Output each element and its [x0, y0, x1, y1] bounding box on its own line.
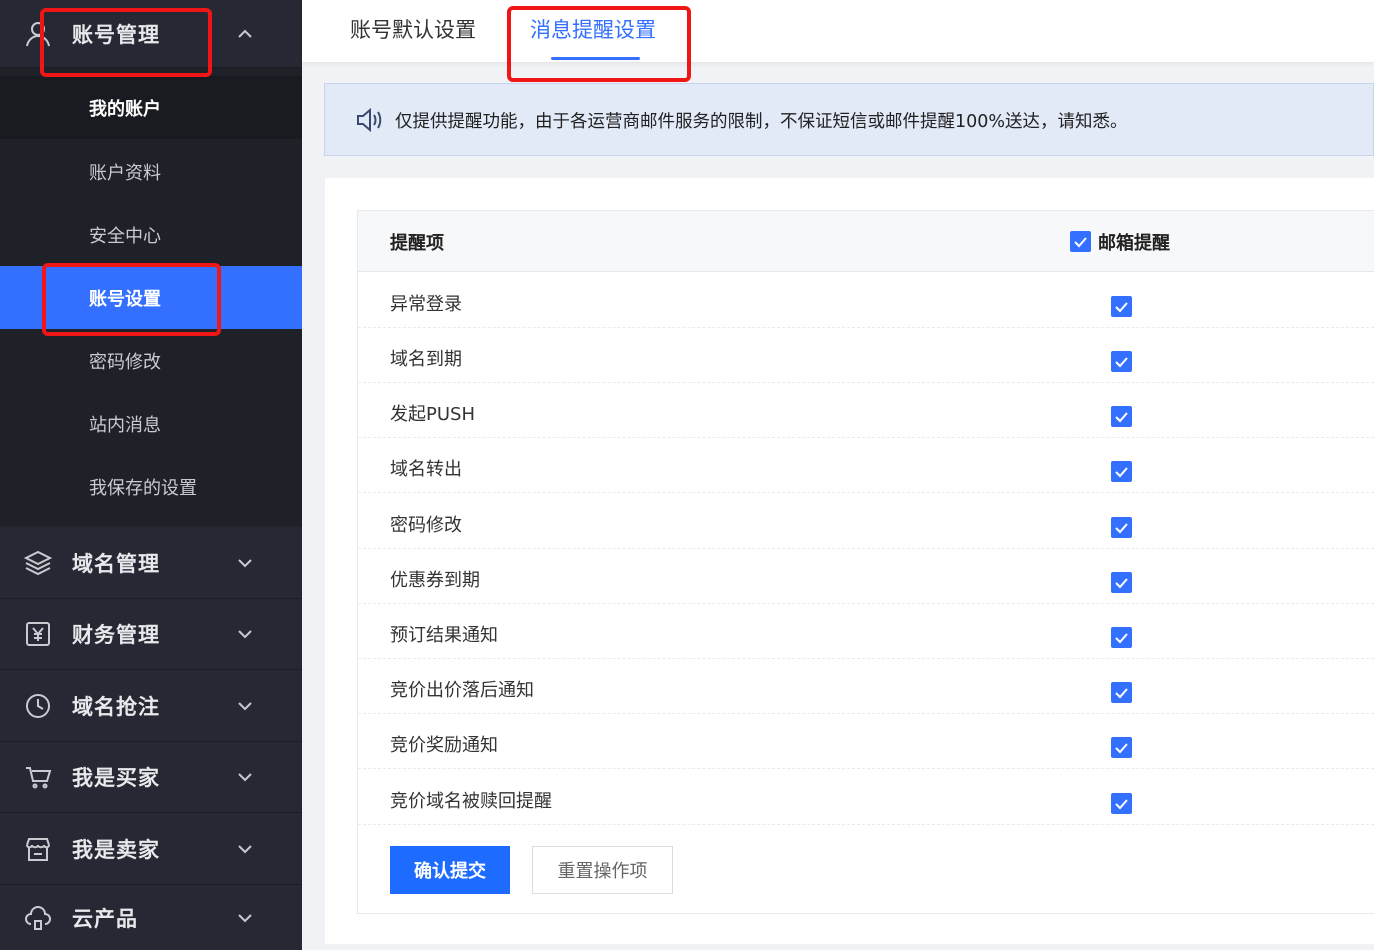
sidebar-group-label: 我是卖家: [72, 837, 160, 862]
reminder-label: 竞价域名被赎回提醒: [390, 791, 552, 812]
sidebar-item-label: 账号设置: [89, 288, 161, 310]
sidebar-group-cloud[interactable]: 云产品: [0, 885, 302, 950]
sidebar-group-label: 云产品: [72, 906, 138, 931]
layers-icon: [22, 547, 54, 579]
sidebar-group-account[interactable]: 账号管理: [0, 0, 302, 68]
notice-banner: 仅提供提醒功能，由于各运营商邮件服务的限制，不保证短信或邮件提醒100%送达，请…: [324, 83, 1374, 156]
sidebar: 账号管理 我的账户 账户资料 安全中心 账号设置 密码修改 站内消息 我保存的设…: [0, 0, 302, 950]
checkbox-checked-icon[interactable]: [1111, 461, 1132, 482]
cloud-icon: [22, 902, 54, 934]
reset-button[interactable]: 重置操作项: [532, 846, 673, 894]
checkbox-checked-icon[interactable]: [1111, 627, 1132, 648]
reminder-label: 预订结果通知: [390, 625, 498, 646]
sidebar-group-label: 账号管理: [72, 22, 160, 47]
sidebar-group-label: 我是买家: [72, 766, 160, 790]
reminder-label: 异常登录: [390, 294, 462, 315]
sidebar-group-finance[interactable]: 财务管理: [0, 599, 302, 670]
sidebar-item-account-settings[interactable]: 账号设置: [0, 266, 302, 329]
table-row: 发起PUSH: [358, 383, 1374, 438]
sidebar-item-label: 密码修改: [89, 351, 161, 373]
checkbox-checked-icon[interactable]: [1111, 517, 1132, 538]
checkbox-checked-icon[interactable]: [1111, 351, 1132, 372]
sidebar-item-saved-settings[interactable]: 我保存的设置: [0, 455, 302, 518]
chevron-up-icon: [234, 23, 256, 45]
table-row: 域名到期: [358, 328, 1374, 383]
store-icon: [22, 833, 54, 865]
chevron-down-icon: [234, 838, 256, 860]
table-row: 异常登录: [358, 273, 1374, 328]
sidebar-group-backorder[interactable]: 域名抢注: [0, 670, 302, 742]
cart-icon: [22, 761, 54, 793]
sidebar-group-seller[interactable]: 我是卖家: [0, 813, 302, 885]
sidebar-item-label: 站内消息: [89, 414, 161, 436]
sidebar-item-my-account[interactable]: 我的账户: [0, 76, 302, 139]
column-header-item: 提醒项: [390, 233, 444, 254]
column-header-email: 邮箱提醒: [1098, 233, 1170, 254]
chevron-down-icon: [234, 623, 256, 645]
sidebar-item-label: 安全中心: [89, 225, 161, 247]
table-row: 竞价出价落后通知: [358, 659, 1374, 714]
chevron-down-icon: [234, 766, 256, 788]
table-header: 提醒项 邮箱提醒: [358, 211, 1374, 272]
reminder-label: 竞价出价落后通知: [390, 680, 534, 701]
reminder-label: 域名转出: [390, 459, 462, 480]
sidebar-item-site-messages[interactable]: 站内消息: [0, 392, 302, 455]
table-row: 预订结果通知: [358, 604, 1374, 659]
sidebar-item-label: 账户资料: [89, 162, 161, 184]
checkbox-checked-icon[interactable]: [1111, 682, 1132, 703]
checkbox-checked-icon[interactable]: [1111, 793, 1132, 814]
sidebar-item-label: 我的账户: [89, 98, 161, 120]
table-row: 域名转出: [358, 438, 1374, 493]
checkbox-checked-icon[interactable]: [1111, 737, 1132, 758]
submit-button[interactable]: 确认提交: [390, 846, 510, 894]
chevron-down-icon: [234, 552, 256, 574]
sidebar-group-label: 财务管理: [72, 623, 160, 647]
notice-text: 仅提供提醒功能，由于各运营商邮件服务的限制，不保证短信或邮件提醒100%送达，请…: [395, 112, 1128, 132]
sidebar-group-label: 域名管理: [72, 551, 160, 576]
sidebar-group-buyer[interactable]: 我是买家: [0, 742, 302, 813]
sidebar-item-label: 我保存的设置: [89, 477, 197, 499]
checkbox-checked-icon[interactable]: [1111, 572, 1132, 593]
user-icon: [22, 18, 54, 50]
reminder-label: 竞价奖励通知: [390, 735, 498, 756]
table-row: 竞价奖励通知: [358, 714, 1374, 769]
sidebar-item-account-profile[interactable]: 账户资料: [0, 140, 302, 203]
reminder-label: 密码修改: [390, 515, 462, 536]
tab-bar: 账号默认设置 消息提醒设置: [302, 0, 1374, 62]
active-tab-indicator: [551, 57, 640, 60]
checkbox-checked-icon[interactable]: [1111, 406, 1132, 427]
chevron-down-icon: [234, 907, 256, 929]
sidebar-group-domains[interactable]: 域名管理: [0, 527, 302, 599]
chevron-down-icon: [234, 695, 256, 717]
tab-message-reminders[interactable]: 消息提醒设置: [530, 14, 656, 44]
finance-icon: [22, 618, 54, 650]
sidebar-group-label: 域名抢注: [72, 694, 160, 719]
sidebar-item-password-change[interactable]: 密码修改: [0, 329, 302, 392]
table-row: 密码修改: [358, 494, 1374, 549]
clock-icon: [22, 690, 54, 722]
reminder-label: 域名到期: [390, 349, 462, 370]
checkbox-checked-icon[interactable]: [1111, 296, 1132, 317]
table-row: 优惠券到期: [358, 549, 1374, 604]
table-row: 竞价域名被赎回提醒: [358, 770, 1374, 825]
tab-account-defaults[interactable]: 账号默认设置: [350, 14, 476, 44]
select-all-email-checkbox[interactable]: [1070, 231, 1091, 252]
reminder-label: 优惠券到期: [390, 570, 480, 591]
reminder-table: 提醒项 邮箱提醒 异常登录 域名到期 发起PUSH 域名转出 密码修改 优惠券到…: [357, 210, 1374, 914]
reminder-label: 发起PUSH: [390, 404, 475, 425]
sidebar-item-security-center[interactable]: 安全中心: [0, 203, 302, 266]
speaker-icon: [357, 107, 382, 133]
